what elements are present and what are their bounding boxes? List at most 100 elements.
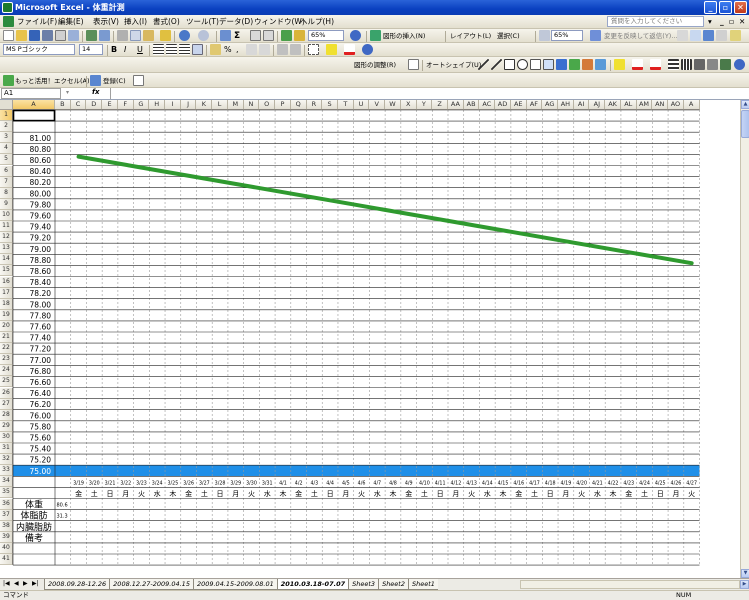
prev-sheet-icon[interactable]: ◀ [14,580,19,587]
spelling-icon[interactable] [86,30,97,41]
addin-icon[interactable] [3,75,14,86]
insert-shape-icon[interactable] [370,30,381,41]
comma-button[interactable]: , [236,44,239,56]
picture-icon[interactable] [595,59,606,70]
drawing-options-icon[interactable] [734,59,745,70]
sheet-tab[interactable]: Sheet3 [348,579,379,590]
3d-icon[interactable] [720,59,731,70]
fit-text-icon[interactable] [539,30,550,41]
chevron-down-icon[interactable]: ▾ [708,16,712,28]
help-search-input[interactable]: 質問を入力してください [607,16,704,27]
align-left-icon[interactable] [153,44,164,55]
decrease-indent-icon[interactable] [277,44,288,55]
namebox-dropdown-icon[interactable]: ▾ [66,89,69,96]
underline-button[interactable]: U [137,44,143,56]
clipart-icon[interactable] [582,59,593,70]
font-name-select[interactable]: MS Pゴシック [3,44,75,55]
reviewing-icon[interactable] [590,30,601,41]
fx-icon[interactable]: fx [92,88,100,96]
review-reply-button[interactable]: 変更を反映して返信(Y)... [604,30,678,42]
register-icon[interactable] [90,75,101,86]
dash-style-icon[interactable] [681,59,692,70]
wordart-icon[interactable] [556,59,567,70]
workbook-icon[interactable] [3,16,14,27]
shape-font-color-icon[interactable] [650,59,661,70]
horizontal-scrollbar[interactable] [520,580,740,589]
worksheet-grid[interactable]: A B C D E F G H I J K L M N O P Q R S T U V W X Y Z AA AB AC AD AE AF AG… [0,100,740,578]
menu-view[interactable]: 表示(V) [93,16,119,28]
excel-app-icon[interactable] [2,2,13,13]
comment-icon[interactable] [133,75,144,86]
doc-minimize-button[interactable]: _ [720,16,724,28]
align-center-icon[interactable] [166,44,177,55]
sheet-tab[interactable]: Sheet2 [378,579,408,590]
sheet-tab[interactable]: Sheet1 [408,579,438,590]
scroll-thumb[interactable] [741,110,749,138]
italic-button[interactable]: I [124,44,126,56]
text-icon[interactable] [703,30,714,41]
autoshape-menu[interactable]: オートシェイプ(U) [426,59,481,71]
menu-tools[interactable]: ツール(T) [186,16,219,28]
font-color-icon[interactable] [344,44,355,55]
scroll-up-icon[interactable]: ▲ [741,100,749,109]
register-button[interactable]: 登録(C) [103,75,126,87]
maximize-button[interactable]: ▫ [719,1,732,14]
new-file-icon[interactable] [3,30,14,41]
line-color-icon[interactable] [632,59,643,70]
decrease-decimal-icon[interactable] [259,44,270,55]
line-icon[interactable] [478,59,489,70]
currency-icon[interactable] [210,44,221,55]
help-icon[interactable] [350,30,361,41]
search-icon[interactable] [677,30,688,41]
paste-icon[interactable] [143,30,154,41]
menu-edit[interactable]: 編集(E) [58,16,84,28]
vertical-textbox-icon[interactable] [543,59,554,70]
sheet-tab[interactable]: 2008.12.27-2009.04.15 [109,579,193,590]
menu-insert[interactable]: 挿入(I) [124,16,147,28]
chart-wizard-icon[interactable] [281,30,292,41]
menu-window[interactable]: ウィンドウ(W) [254,16,305,28]
bold-button[interactable]: B [111,44,117,56]
cut-icon[interactable] [117,30,128,41]
sheet-tab[interactable]: 2008.09.28-12.26 [44,579,110,590]
percent-button[interactable]: % [224,44,232,56]
textbox-icon[interactable] [530,59,541,70]
scroll-right-icon[interactable]: ▶ [740,580,749,589]
format-painter-icon[interactable] [160,30,171,41]
menu-data[interactable]: データ(D) [219,16,253,28]
menu-help[interactable]: ヘルプ(H) [300,16,334,28]
fill-color-icon[interactable] [326,44,337,55]
toolbar-options-icon[interactable] [362,44,373,55]
zoom-select[interactable]: 65% [308,30,344,41]
open-folder-icon[interactable] [16,30,27,41]
menu-format[interactable]: 書式(O) [153,16,180,28]
permission-icon[interactable] [42,30,53,41]
increase-indent-icon[interactable] [290,44,301,55]
select-menu[interactable]: 選択(C) [497,30,520,42]
research-icon[interactable] [99,30,110,41]
first-sheet-icon[interactable]: |◀ [3,580,10,587]
last-sheet-icon[interactable]: ▶| [32,580,39,587]
minimize-button[interactable]: _ [704,1,717,14]
layout-menu[interactable]: レイアウト(L) [450,30,491,42]
print-preview-icon[interactable] [68,30,79,41]
select-objects-icon[interactable] [408,59,419,70]
sheet-tab[interactable]: 2009.04.15-2009.08.01 [192,579,277,590]
excel-link-button[interactable]: もっと活用！エクセル(A) [15,75,90,87]
arrow-style-icon[interactable] [694,59,705,70]
close-button[interactable]: ✕ [734,1,747,14]
name-box[interactable]: A1 [1,88,61,99]
tool-icon[interactable] [716,30,727,41]
undo-icon[interactable] [179,30,190,41]
doc-restore-button[interactable]: ▫ [729,16,734,28]
menu-file[interactable]: ファイル(F) [17,16,57,28]
oval-icon[interactable] [517,59,528,70]
sheet-tab[interactable]: 2010.03.18-07.07 [276,579,349,590]
drawing-icon[interactable] [294,30,305,41]
draw-adjust-menu[interactable]: 図形の調整(R) [354,59,396,71]
doc-close-button[interactable]: ✕ [739,16,745,28]
line-style-icon[interactable] [668,59,679,70]
sort-descending-icon[interactable] [263,30,274,41]
diagram-zoom-select[interactable]: 65% [551,30,583,41]
sort-ascending-icon[interactable] [250,30,261,41]
